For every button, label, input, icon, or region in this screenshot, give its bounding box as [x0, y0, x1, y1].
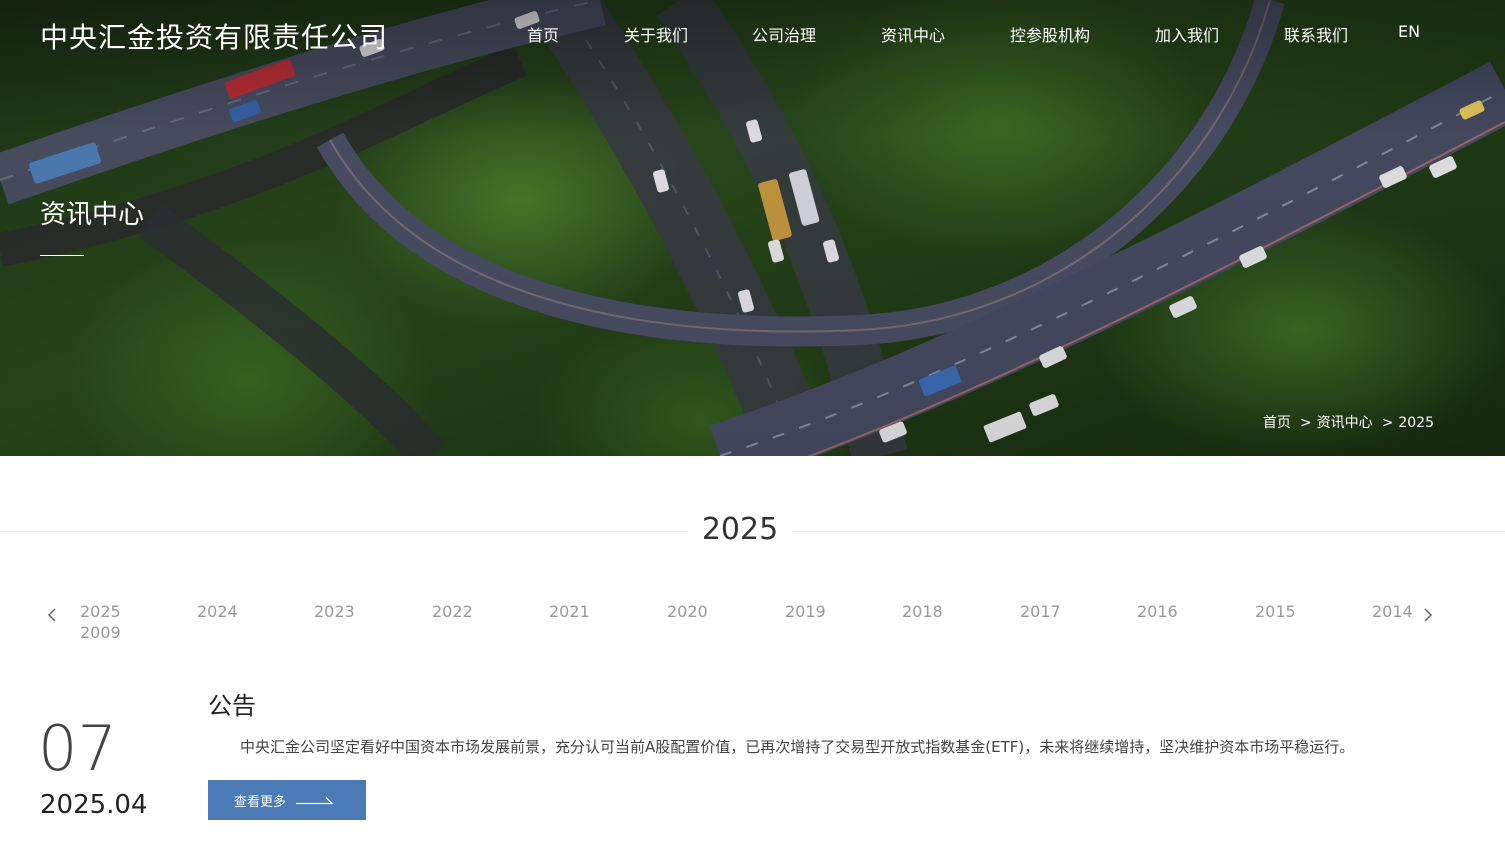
news-title[interactable]: 公告 — [208, 686, 256, 721]
year-selector: 2025 2024 2023 2022 2021 2020 2019 2018 … — [0, 600, 1505, 650]
hero-overlay — [0, 0, 1505, 456]
hero-banner: 中央汇金投资有限责任公司 首页 关于我们 公司治理 资讯中心 控参股机构 加入我… — [0, 0, 1505, 456]
current-year-heading: 2025 — [688, 512, 792, 547]
year-item[interactable]: 2014 — [1372, 602, 1413, 621]
site-logo[interactable]: 中央汇金投资有限责任公司 — [40, 16, 388, 56]
nav-item-home[interactable]: 首页 — [527, 22, 559, 46]
year-item[interactable]: 2017 — [1020, 602, 1061, 621]
year-item[interactable]: 2018 — [902, 602, 943, 621]
arrow-right-icon — [296, 797, 334, 805]
year-item[interactable]: 2016 — [1137, 602, 1178, 621]
year-item[interactable]: 2009 — [80, 623, 121, 642]
nav-item-english[interactable]: EN — [1398, 22, 1420, 41]
title-underline — [40, 255, 84, 256]
breadcrumb-separator: > — [1299, 415, 1312, 431]
news-day: 07 — [38, 712, 117, 785]
news-summary: 中央汇金公司坚定看好中国资本市场发展前景，充分认可当前A股配置价值，已再次增持了… — [240, 738, 1355, 756]
page-title: 资讯中心 — [40, 200, 145, 230]
nav-item-about[interactable]: 关于我们 — [624, 22, 688, 46]
year-item[interactable]: 2019 — [785, 602, 826, 621]
breadcrumb: 首页 > 资讯中心 >2025 — [1263, 412, 1434, 432]
year-item[interactable]: 2023 — [314, 602, 355, 621]
read-more-button[interactable]: 查看更多 — [208, 780, 366, 820]
year-item[interactable]: 2021 — [549, 602, 590, 621]
chevron-right-icon[interactable] — [1421, 606, 1435, 624]
nav-item-careers[interactable]: 加入我们 — [1155, 22, 1219, 46]
nav-item-contact[interactable]: 联系我们 — [1284, 22, 1348, 46]
year-item[interactable]: 2024 — [197, 602, 238, 621]
year-item[interactable]: 2022 — [432, 602, 473, 621]
breadcrumb-item-news[interactable]: 资讯中心 — [1317, 412, 1373, 432]
breadcrumb-item-current: 2025 — [1398, 415, 1434, 431]
year-item[interactable]: 2025 — [80, 602, 121, 621]
news-month: 2025.04 — [40, 790, 148, 820]
nav-item-holdings[interactable]: 控参股机构 — [1010, 22, 1090, 46]
year-item[interactable]: 2020 — [667, 602, 708, 621]
chevron-left-icon[interactable] — [45, 606, 59, 624]
nav-item-governance[interactable]: 公司治理 — [752, 22, 816, 46]
breadcrumb-item-home[interactable]: 首页 — [1263, 412, 1291, 432]
breadcrumb-separator: > — [1381, 415, 1394, 431]
read-more-label: 查看更多 — [233, 794, 286, 810]
nav-item-news[interactable]: 资讯中心 — [881, 22, 945, 46]
year-item[interactable]: 2015 — [1255, 602, 1296, 621]
